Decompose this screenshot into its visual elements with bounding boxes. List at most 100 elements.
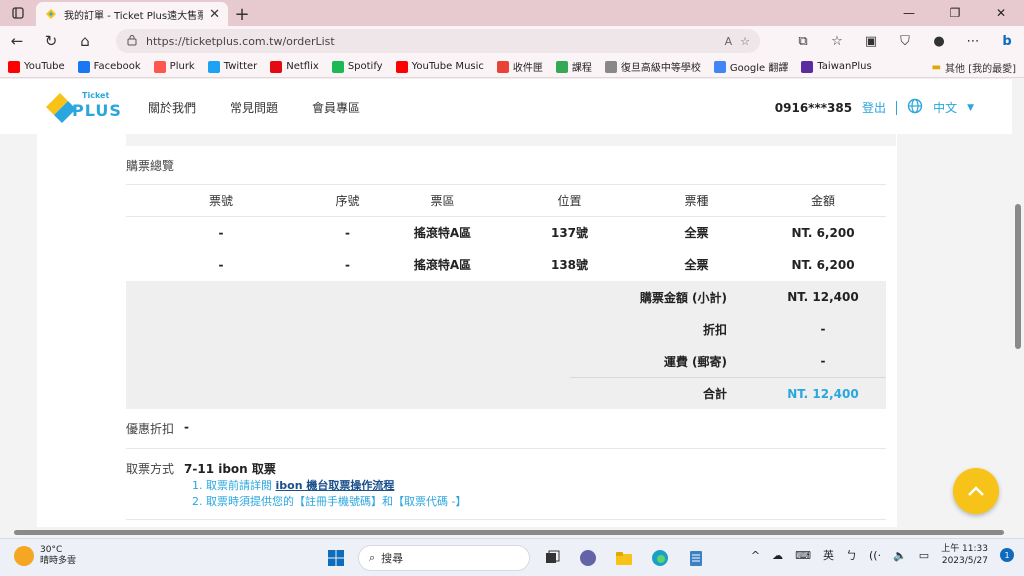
ticketplus-logo[interactable]: Ticket PLUS <box>42 89 121 127</box>
bookmark-item[interactable]: Facebook <box>77 60 141 73</box>
other-favorites-folder[interactable]: ▬ 其他 [我的最愛] <box>932 60 1016 75</box>
bing-icon[interactable]: b <box>990 26 1024 56</box>
globe-icon[interactable] <box>907 98 923 117</box>
file-explorer-icon[interactable] <box>610 544 638 572</box>
address-bar[interactable]: https://ticketplus.com.tw/orderList A ☆ <box>116 29 760 53</box>
total-label: 合計 <box>702 387 727 401</box>
horizontal-scrollbar[interactable] <box>0 527 1024 538</box>
bookmark-item[interactable]: YouTube <box>8 60 65 73</box>
url-text[interactable]: https://ticketplus.com.tw/orderList <box>146 35 717 48</box>
bookmark-item[interactable]: Twitter <box>207 60 257 73</box>
bookmark-item[interactable]: Spotify <box>331 60 383 73</box>
vertical-scroll-thumb[interactable] <box>1015 204 1021 349</box>
extensions-icon[interactable]: ⧉ <box>786 26 820 56</box>
favorites-icon[interactable]: ☆ <box>820 26 854 56</box>
edge-icon[interactable] <box>646 544 674 572</box>
onedrive-icon[interactable]: ☁ <box>772 549 783 562</box>
bookmark-favicon-icon <box>8 60 20 73</box>
browser-essentials-icon[interactable]: ⛉ <box>888 26 922 56</box>
wifi-icon[interactable]: ((· <box>869 549 881 562</box>
amount-cell: NT. 6,200 <box>791 225 855 240</box>
taskbar-search[interactable]: ⌕ 搜尋 <box>358 545 530 571</box>
keyboard-icon[interactable]: ⌨ <box>795 549 811 562</box>
site-header: Ticket PLUS 關於我們 常見問題 會員專區 0916***385 登出… <box>0 79 1012 134</box>
task-view-icon[interactable] <box>538 544 566 572</box>
pickup-label: 取票方式 <box>126 462 175 476</box>
new-tab-button[interactable]: + <box>228 2 256 26</box>
tab-actions-icon <box>12 7 24 19</box>
nav-faq[interactable]: 常見問題 <box>230 99 278 116</box>
bookmark-item[interactable]: 課程 <box>555 59 592 74</box>
start-icon[interactable] <box>322 544 350 572</box>
temperature: 30°C <box>40 545 63 555</box>
taskbar-apps: ⌕ 搜尋 <box>322 544 710 572</box>
collections-icon[interactable]: ▣ <box>854 26 888 56</box>
weather-condition: 晴時多雲 <box>40 556 77 566</box>
shipping-row: 運費 (郵寄) - <box>126 345 886 377</box>
bookmark-favicon-icon <box>555 60 568 73</box>
clock[interactable]: 上午 11:33 2023/5/27 <box>941 543 988 567</box>
col-serial: 序號 <box>316 184 379 217</box>
search-placeholder: 搜尋 <box>381 552 404 565</box>
refresh-icon[interactable]: ↻ <box>34 26 68 56</box>
maximize-icon[interactable]: ❐ <box>932 0 978 26</box>
ticket-no-cell: - <box>218 257 224 272</box>
close-window-icon[interactable]: ✕ <box>978 0 1024 26</box>
browser-tab-active[interactable]: 我的訂單 - Ticket Plus遠大售票系 ✕ <box>36 2 228 26</box>
tab-actions-button[interactable] <box>0 0 36 26</box>
weather-sun-icon <box>14 546 34 566</box>
discount-label: 折扣 <box>702 322 727 337</box>
notepad-icon[interactable] <box>682 544 710 572</box>
add-favorite-icon[interactable]: ☆ <box>740 35 750 48</box>
horizontal-scroll-thumb[interactable] <box>14 530 1004 535</box>
pickup-step-1: 1. 取票前請詳閱 ibon 機台取票操作流程 <box>192 478 466 494</box>
user-phone: 0916***385 <box>774 100 853 115</box>
bookmark-item[interactable]: Google 翻譯 <box>713 59 788 74</box>
minimize-icon[interactable]: — <box>886 0 932 26</box>
back-icon[interactable]: ← <box>0 26 34 56</box>
ime-mode-icon[interactable]: ㄅ <box>846 547 857 563</box>
chevron-up-icon[interactable]: ^ <box>751 549 760 562</box>
logout-link[interactable]: 登出 <box>862 99 886 116</box>
ibon-guide-link[interactable]: ibon 機台取票操作流程 <box>276 479 395 492</box>
scroll-to-top-button[interactable] <box>953 468 999 514</box>
nav-member[interactable]: 會員專區 <box>312 99 360 116</box>
bookmark-item[interactable]: YouTube Music <box>395 60 484 73</box>
more-options-icon[interactable]: ⋯ <box>956 26 990 56</box>
window-controls: — ❐ ✕ <box>886 0 1024 26</box>
bookmark-favicon-icon <box>207 60 220 73</box>
logo-text-main: PLUS <box>72 101 122 120</box>
col-ticket-no: 票號 <box>126 184 316 217</box>
bookmark-item[interactable]: TaiwanPlus <box>801 60 872 73</box>
ime-indicator[interactable]: 英 <box>823 547 834 563</box>
profile-avatar-icon[interactable]: ● <box>922 26 956 56</box>
home-icon[interactable]: ⌂ <box>68 26 102 56</box>
teams-chat-icon[interactable] <box>574 544 602 572</box>
chevron-down-icon[interactable]: ▼ <box>967 103 974 113</box>
read-aloud-icon[interactable]: A <box>725 35 733 48</box>
close-tab-icon[interactable]: ✕ <box>209 7 220 22</box>
amount-cell: NT. 6,200 <box>791 257 855 272</box>
bookmark-item[interactable]: 復旦高級中等學校 <box>604 59 701 74</box>
zone-cell: 搖滾特A區 <box>413 258 472 272</box>
bookmark-item[interactable]: Plurk <box>153 60 195 73</box>
ticket-type-cell: 全票 <box>684 226 709 241</box>
bookmark-label: 復旦高級中等學校 <box>620 63 701 74</box>
table-row: - - 搖滾特A區 137號 全票 NT. 6,200 <box>126 217 886 249</box>
volume-icon[interactable]: 🔈 <box>893 549 907 562</box>
promo-discount-value: - <box>184 420 189 434</box>
battery-icon[interactable]: ▭ <box>919 549 929 562</box>
vertical-scrollbar[interactable] <box>1012 79 1024 527</box>
bookmark-item[interactable]: Netflix <box>270 60 319 73</box>
bookmark-item[interactable]: 收件匣 <box>496 59 543 74</box>
nav-about[interactable]: 關於我們 <box>148 99 196 116</box>
language-select[interactable]: 中文 <box>933 99 957 116</box>
main-nav: 關於我們 常見問題 會員專區 <box>148 99 360 116</box>
weather-widget[interactable]: 30°C 晴時多雲 <box>14 545 76 567</box>
logo-text-top: Ticket <box>82 91 110 100</box>
lock-icon[interactable] <box>126 34 138 49</box>
col-seat: 位置 <box>506 184 633 217</box>
notification-badge[interactable]: 1 <box>1000 548 1014 562</box>
col-ticket-type: 票種 <box>633 184 760 217</box>
ticketplus-favicon-icon <box>46 9 56 19</box>
